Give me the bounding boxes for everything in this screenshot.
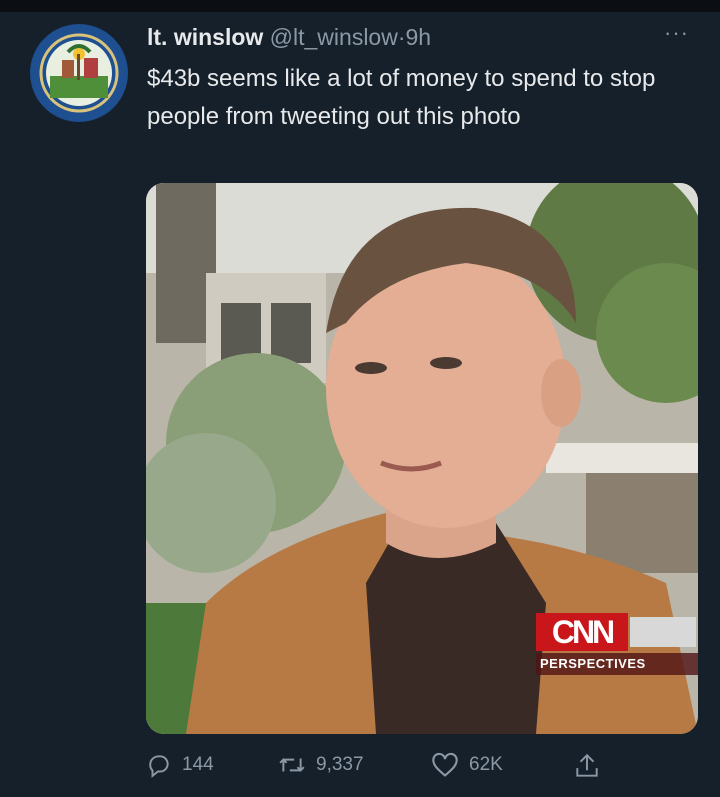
timestamp[interactable]: 9h <box>406 24 432 50</box>
reply-count: 144 <box>182 754 214 775</box>
share-icon <box>576 753 598 777</box>
user-handle[interactable]: @lt_winslow <box>270 24 398 50</box>
cnn-watermark: CNN PERSPECTIVES <box>536 613 698 677</box>
tweet-photo[interactable]: CNN PERSPECTIVES <box>146 183 698 734</box>
cnn-logo-bar <box>630 617 696 647</box>
tweet-actions: 144 9,337 62K <box>146 752 706 786</box>
separator-dot: · <box>397 24 406 50</box>
cnn-logo: CNN <box>536 613 628 651</box>
reply-icon <box>149 755 169 778</box>
retweet-count: 9,337 <box>316 754 364 775</box>
tweet-header: lt. winslow @lt_winslow·9h <box>147 22 431 52</box>
like-count: 62K <box>469 754 503 775</box>
cnn-subtitle: PERSPECTIVES <box>536 653 698 675</box>
city-seal-icon <box>31 25 127 121</box>
more-options-icon[interactable]: ··· <box>664 20 689 46</box>
heart-icon <box>432 752 458 777</box>
top-status-strip <box>0 0 720 12</box>
avatar[interactable] <box>30 24 128 122</box>
like-button[interactable]: 62K <box>431 752 503 778</box>
retweet-icon <box>279 758 305 772</box>
display-name[interactable]: lt. winslow <box>147 24 263 50</box>
reply-button[interactable]: 144 <box>146 752 214 778</box>
share-button[interactable] <box>574 752 600 780</box>
retweet-button[interactable]: 9,337 <box>278 752 364 778</box>
tweet-text: $43b seems like a lot of money to spend … <box>147 65 656 130</box>
